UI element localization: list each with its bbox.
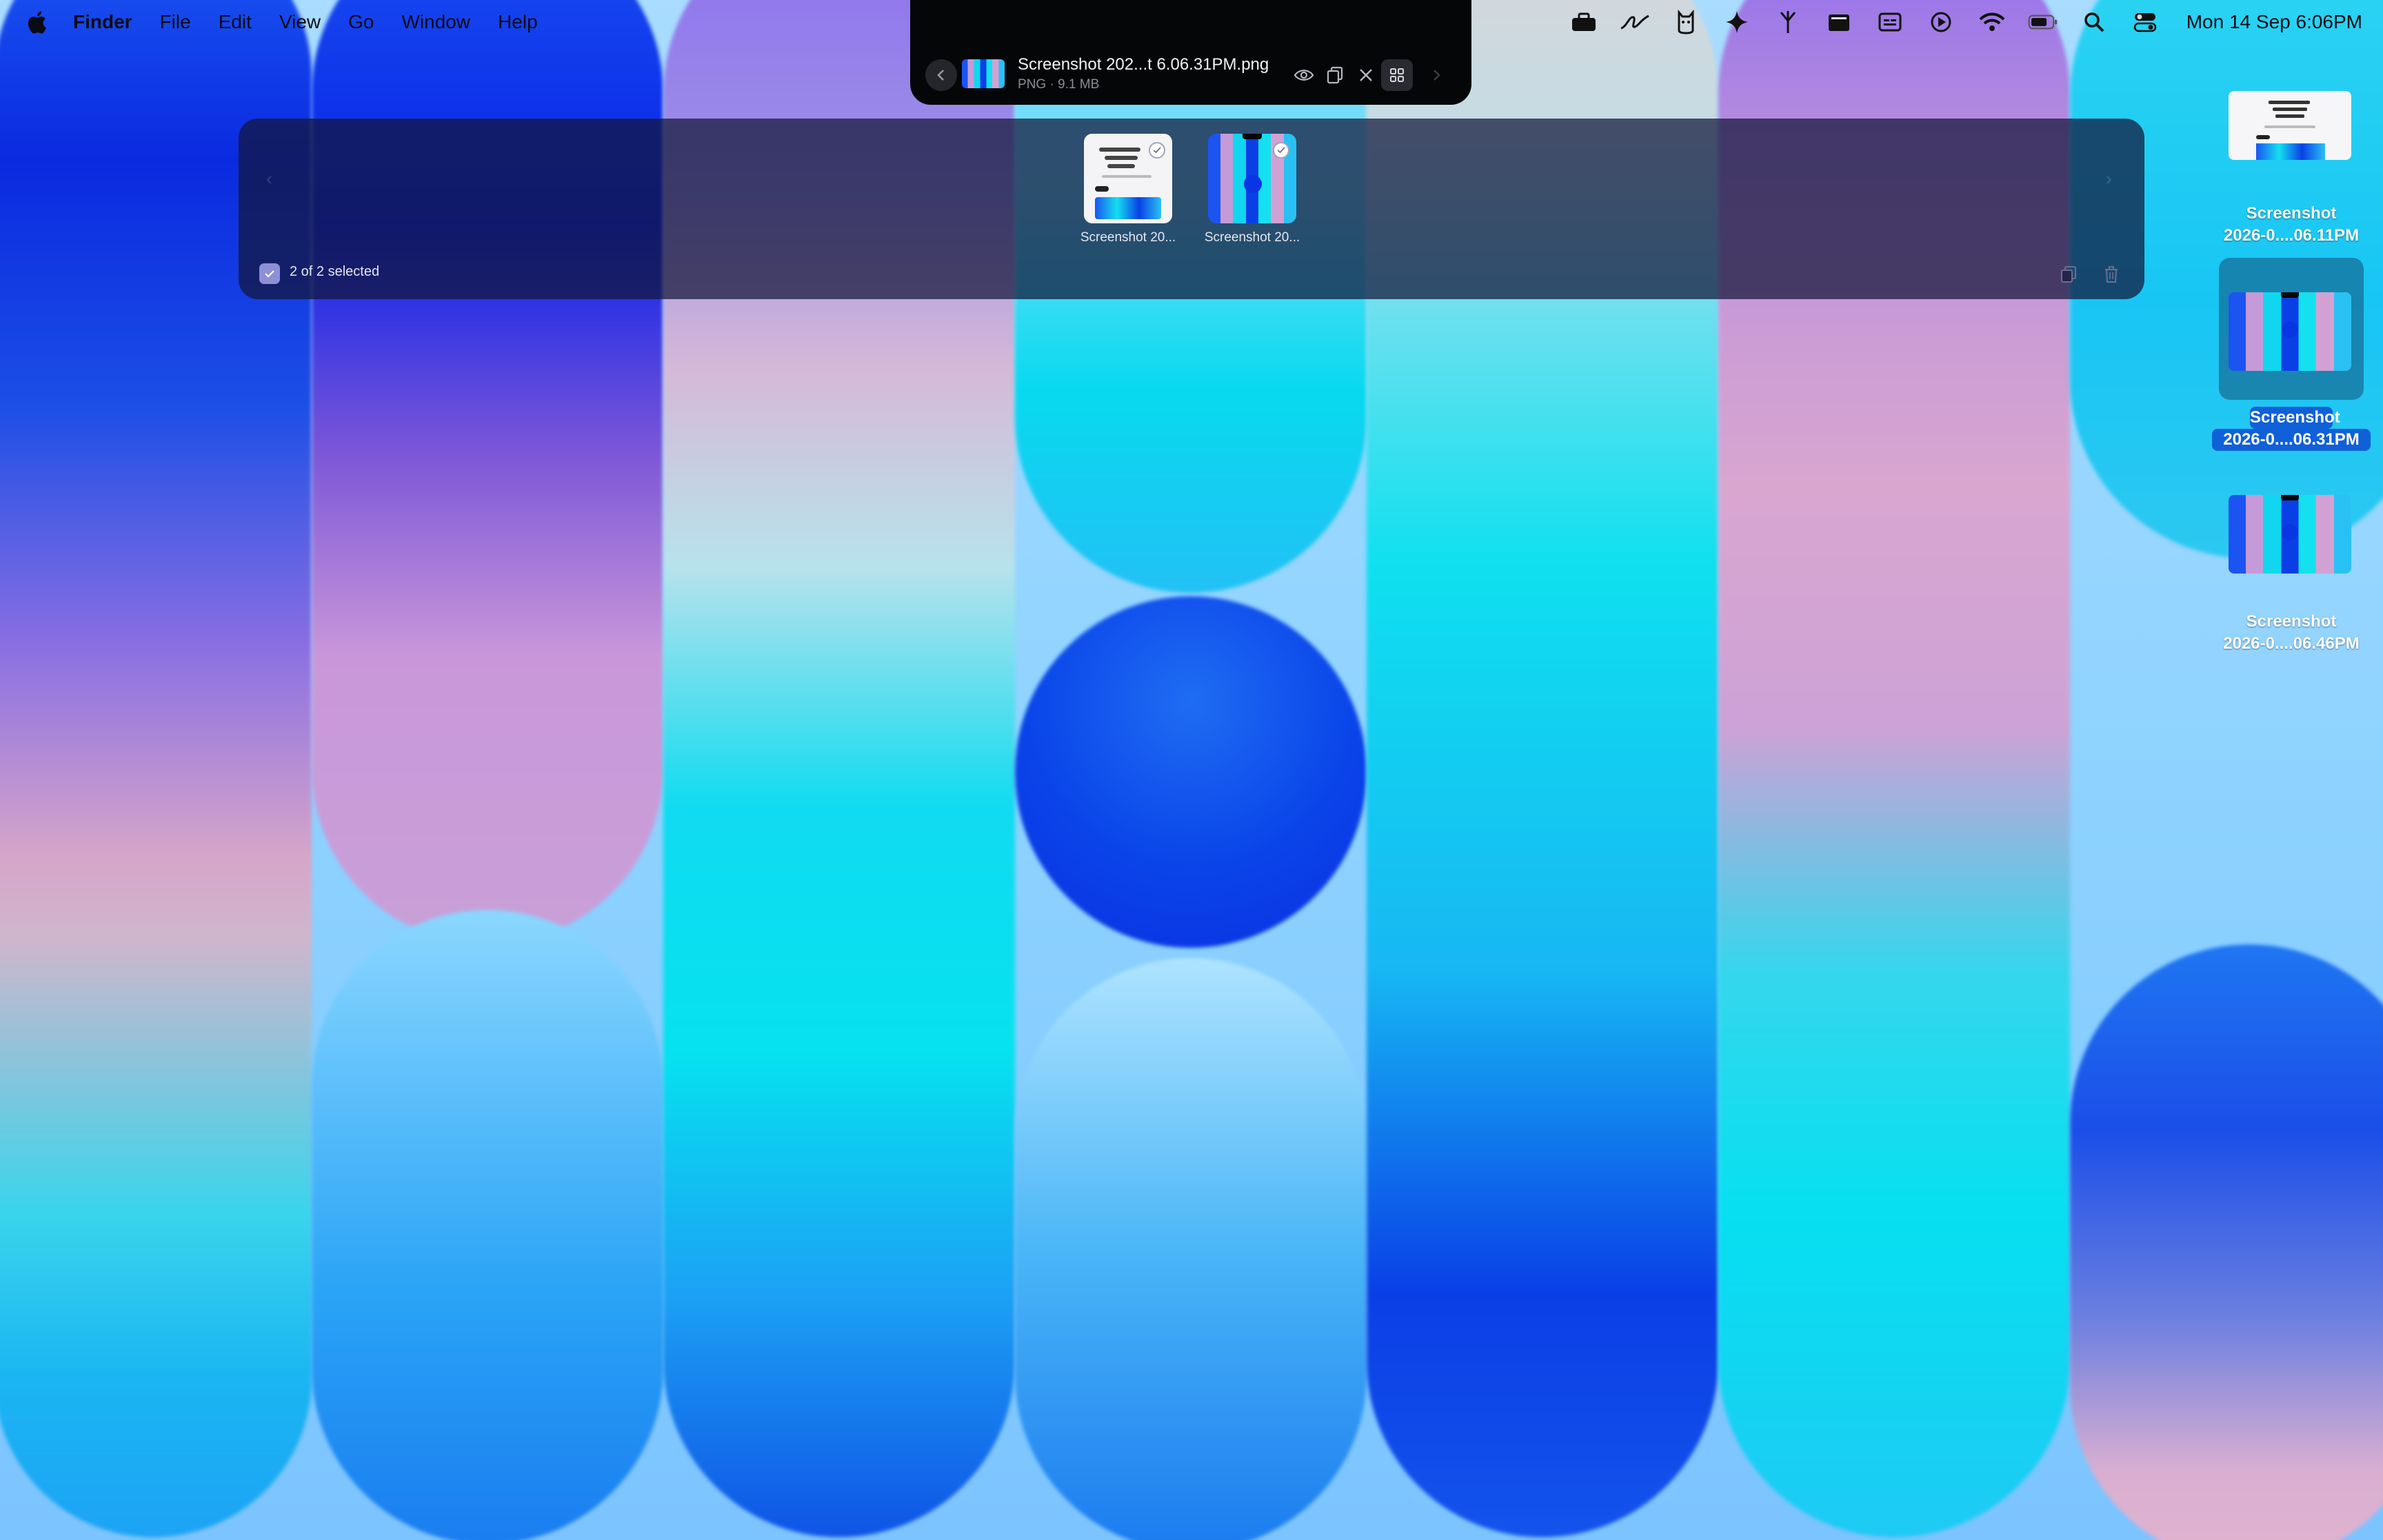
wallpaper-shape [1015,958,1367,1540]
briefcase-icon[interactable] [1569,7,1599,37]
close-icon[interactable] [1350,59,1382,91]
selection-count: 2 of 2 selected [290,264,380,279]
desktop-file-icon[interactable]: Screenshot 2026-0....06.31PM [2212,258,2371,458]
file-name-line: Screenshot [2250,407,2340,429]
panel-next-icon[interactable]: › [2106,168,2112,190]
file-name-line: 2026-0....06.46PM [2223,634,2360,653]
file-thumbnail [2229,292,2351,371]
checkbox-checked-icon[interactable] [1273,142,1289,159]
file-name: Screenshot 2026-0....06.46PM [2212,611,2371,655]
copy-icon[interactable] [2056,262,2081,287]
file-name-line: Screenshot [2246,204,2337,223]
file-name: Screenshot 2026-0....06.11PM [2212,203,2371,247]
file-thumbnail[interactable] [962,59,1005,88]
status-menu-area: Mon 14 Sep 6:06PM [1569,0,2362,44]
sparkle-icon[interactable] [1722,7,1752,37]
menu-view[interactable]: View [279,11,321,33]
menu-file[interactable]: File [160,11,191,33]
file-title: Screenshot 202...t 6.06.31PM.png [1018,55,1269,74]
play-circle-icon[interactable] [1926,7,1956,37]
panel-prev-icon[interactable]: ‹ [266,168,272,190]
wallpaper-shape [2070,944,2383,1540]
cat-icon[interactable] [1671,7,1701,37]
clapperboard-icon[interactable] [1824,7,1854,37]
selection-panel [239,119,2144,299]
select-all-checkbox[interactable] [259,263,280,284]
desktop-file-icon[interactable]: Screenshot 2026-0....06.11PM [2219,81,2364,254]
panel-item-label: Screenshot 20... [1204,230,1300,245]
file-name-line: 2026-0....06.31PM [2212,429,2371,451]
panel-item-thumbnail[interactable] [1084,134,1172,223]
file-info: PNG · 9.1 MB [1018,77,1100,92]
search-icon[interactable] [2079,7,2109,37]
menu-help[interactable]: Help [498,11,538,33]
file-name-line: Screenshot [2246,612,2337,631]
wifi-icon[interactable] [1977,7,2007,37]
file-name: Screenshot 2026-0....06.31PM [2212,407,2371,451]
control-center-icon[interactable] [2130,7,2160,37]
copy-icon[interactable] [1319,59,1351,91]
caption-icon[interactable] [1875,7,1905,37]
eye-icon[interactable] [1288,59,1320,91]
menu-window[interactable]: Window [401,11,470,33]
file-thumbnail [2229,495,2351,574]
desktop-file-icon[interactable]: Screenshot 2026-0....06.46PM [2219,483,2364,662]
signature-icon[interactable] [1620,7,1650,37]
fork-icon[interactable] [1773,7,1803,37]
menu-edit[interactable]: Edit [219,11,252,33]
panel-item-label: Screenshot 20... [1080,230,1176,245]
battery-icon[interactable] [2028,7,2058,37]
file-name-line: 2026-0....06.11PM [2223,226,2360,245]
file-thumbnail [2229,91,2351,160]
wallpaper-shape [1015,596,1367,948]
panel-item-thumbnail[interactable] [1208,134,1296,223]
trash-icon[interactable] [2099,262,2124,287]
apple-menu-icon[interactable] [26,8,50,36]
menu-app-finder[interactable]: Finder [73,11,132,33]
prev-icon[interactable] [925,59,957,91]
menu-go[interactable]: Go [348,11,374,33]
next-icon[interactable] [1420,59,1452,91]
menu-bar-clock[interactable]: Mon 14 Sep 6:06PM [2186,11,2362,33]
screenshot-toolbar: Screenshot 202...t 6.06.31PM.png PNG · 9… [910,0,1471,105]
grid-icon[interactable] [1381,59,1413,91]
wallpaper-shape [312,910,663,1540]
checkbox-checked-icon[interactable] [1149,142,1165,159]
